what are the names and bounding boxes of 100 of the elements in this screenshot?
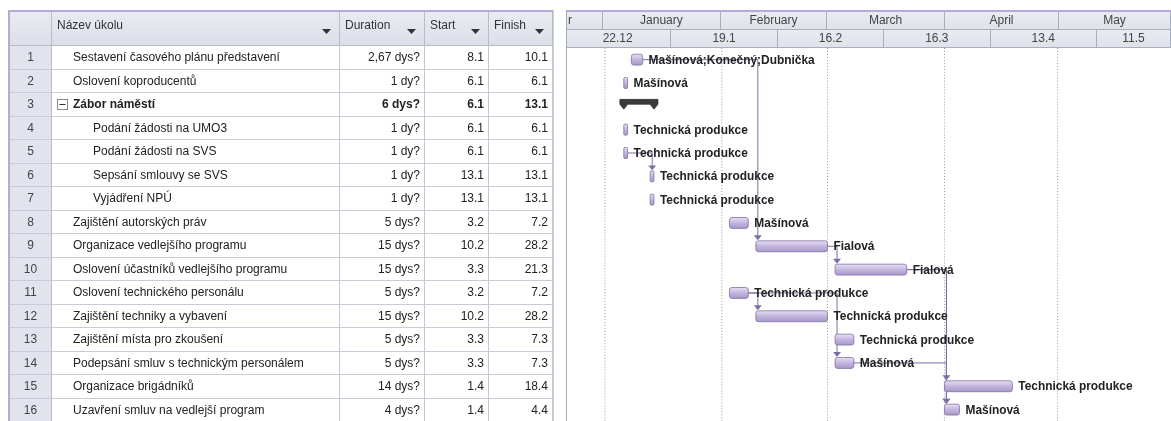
start-cell: 3.2: [425, 281, 489, 305]
duration-cell: 15 dys?: [340, 304, 425, 328]
task-name: Oslovení účastníků vedlejšího programu: [73, 261, 288, 276]
start-cell: 13.1: [425, 187, 489, 211]
header-label: Start: [430, 18, 456, 32]
resource-label: Technická produkce: [659, 192, 775, 207]
task-name: Oslovení technického personálu: [73, 285, 244, 300]
row-number: 12: [10, 304, 52, 328]
column-header[interactable]: Duration: [340, 12, 425, 46]
start-cell: 10.2: [425, 234, 489, 258]
row-number: 14: [10, 351, 52, 375]
week-label: 11.5: [1122, 31, 1145, 46]
duration-cell: 6 dys?: [340, 93, 425, 117]
start-cell: 1.4: [425, 398, 489, 421]
resource-label: Mašínová;Konečný;Dubnička: [648, 52, 815, 67]
month-label: r: [568, 13, 572, 28]
duration-cell: 1 dy?: [340, 163, 425, 187]
resource-label: Technická produkce: [633, 145, 748, 160]
duration-cell: 1 dy?: [340, 69, 425, 93]
task-bar: [834, 356, 855, 369]
header-label: Duration: [345, 18, 391, 32]
week-label: 19.1: [712, 31, 736, 46]
task-bar: [729, 216, 749, 229]
task-bar: [649, 170, 655, 182]
row-number: 15: [10, 375, 52, 399]
task-name: Podání žádosti na UMO3: [93, 120, 228, 135]
summary-bar: [619, 98, 659, 110]
task-bar: [623, 146, 628, 159]
duration-cell: 15 dys?: [340, 257, 425, 281]
task-name: Organizace brigádníků: [73, 379, 194, 394]
start-cell: 10.2: [425, 304, 489, 328]
month-label: February: [749, 13, 798, 28]
resource-label: Mašínová: [965, 402, 1020, 417]
start-cell: 3.3: [425, 328, 489, 352]
start-cell: 8.1: [425, 46, 489, 70]
week-label: 16.2: [818, 31, 843, 46]
duration-cell: 5 dys?: [340, 210, 425, 234]
task-bar: [944, 403, 960, 416]
duration-cell: 14 dys?: [340, 375, 425, 399]
month-label: January: [640, 13, 683, 28]
row-number: 8: [10, 210, 52, 234]
task-bar: [623, 123, 628, 136]
duration-cell: 5 dys?: [340, 281, 425, 305]
task-name: Uzavření smluv na vedlejší program: [73, 402, 265, 417]
duration-cell: 1 dy?: [340, 140, 425, 164]
row-number: 10: [10, 257, 52, 281]
start-cell: 6.1: [425, 140, 489, 164]
task-name: Zajištění autorských práv: [73, 214, 207, 229]
caret-icon[interactable]: [471, 29, 480, 34]
month-label: April: [989, 13, 1014, 28]
task-name: Zajištění místa pro zkoušení: [73, 332, 224, 347]
resource-label: Mašínová: [633, 75, 688, 90]
task-name: Oslovení koproducentů: [73, 73, 197, 88]
column-header[interactable]: Název úkolu: [52, 12, 340, 46]
row-number: 6: [10, 163, 52, 187]
corner-header: [10, 12, 52, 46]
task-bar: [729, 286, 749, 299]
row-number: 2: [10, 69, 52, 93]
caret-icon[interactable]: [407, 29, 416, 34]
resource-label: Technická produkce: [1018, 379, 1133, 393]
row-number: 9: [10, 234, 52, 258]
start-cell: 1.4: [425, 375, 489, 399]
task-name: Sestavení časového plánu představení: [73, 50, 280, 65]
start-cell: 3.3: [425, 257, 489, 281]
week-label: 16.3: [925, 31, 949, 46]
week-label: 22.12: [602, 31, 633, 46]
collapse-icon[interactable]: [57, 98, 68, 110]
start-cell: 3.2: [425, 210, 489, 234]
caret-icon[interactable]: [322, 29, 331, 34]
row-number: 3: [10, 93, 52, 117]
row-number: 13: [10, 328, 52, 352]
row-number: 4: [10, 116, 52, 140]
duration-cell: 5 dys?: [340, 351, 425, 375]
caret-icon[interactable]: [535, 29, 544, 34]
month-label: March: [868, 13, 903, 28]
resource-label: Fialová: [833, 239, 875, 253]
duration-cell: 15 dys?: [340, 234, 425, 258]
start-cell: 13.1: [425, 163, 489, 187]
duration-cell: 1 dy?: [340, 187, 425, 211]
task-bar: [834, 333, 855, 346]
task-name: Zajištění techniky a vybavení: [73, 308, 228, 323]
resource-label: Technická produkce: [633, 122, 748, 137]
start-cell: 6.1: [425, 69, 489, 93]
resource-label: Technická produkce: [659, 169, 775, 184]
task-bar: [630, 53, 644, 66]
header-label: Finish: [494, 18, 526, 32]
week-label: 13.4: [1031, 31, 1055, 46]
row-number: 5: [10, 140, 52, 164]
duration-cell: 1 dy?: [340, 116, 425, 140]
column-header[interactable]: Finish: [489, 12, 553, 46]
duration-cell: 2,67 dys?: [340, 46, 425, 70]
task-name: Vyjádření NPÚ: [93, 191, 172, 206]
column-header[interactable]: Start: [425, 12, 489, 46]
resource-label: Mašínová: [859, 355, 915, 370]
task-name: Podání žádosti na SVS: [93, 144, 217, 159]
row-number: 16: [10, 398, 52, 421]
task-name: Organizace vedlejšího programu: [73, 238, 247, 253]
task-name: Podepsání smluv s technickým personálem: [73, 355, 304, 370]
start-cell: 6.1: [425, 116, 489, 140]
start-cell: 6.1: [425, 93, 489, 117]
